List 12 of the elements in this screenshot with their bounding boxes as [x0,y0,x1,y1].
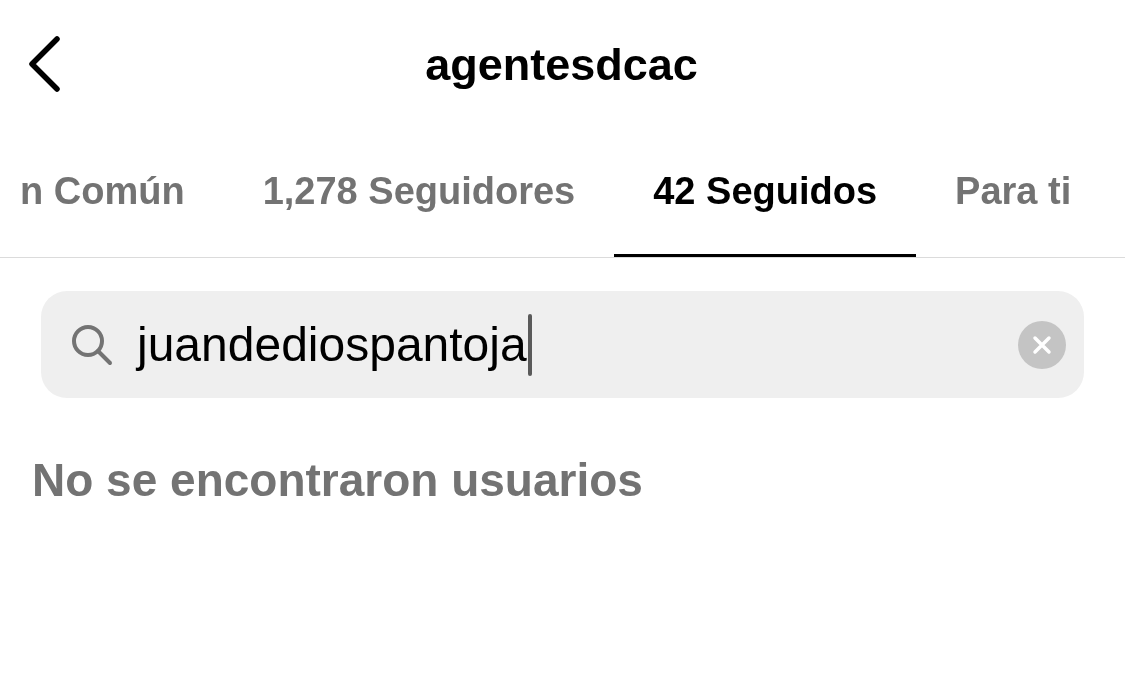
search-icon [71,323,113,366]
close-icon [1032,334,1052,355]
back-icon [27,36,61,92]
profile-title: agentesdcac [425,41,698,87]
tab[interactable]: 42 Seguidos [614,128,917,257]
back-button[interactable] [26,35,62,93]
tab[interactable]: Para ti [916,128,1111,257]
tab[interactable]: 1,278 Seguidores [223,128,615,257]
search-query: juandediospantoja [137,316,527,373]
search-field[interactable]: juandediospantoja [41,291,1084,398]
empty-results-message: No se encontraron usuarios [32,453,643,508]
tab[interactable]: n Común [0,128,224,257]
